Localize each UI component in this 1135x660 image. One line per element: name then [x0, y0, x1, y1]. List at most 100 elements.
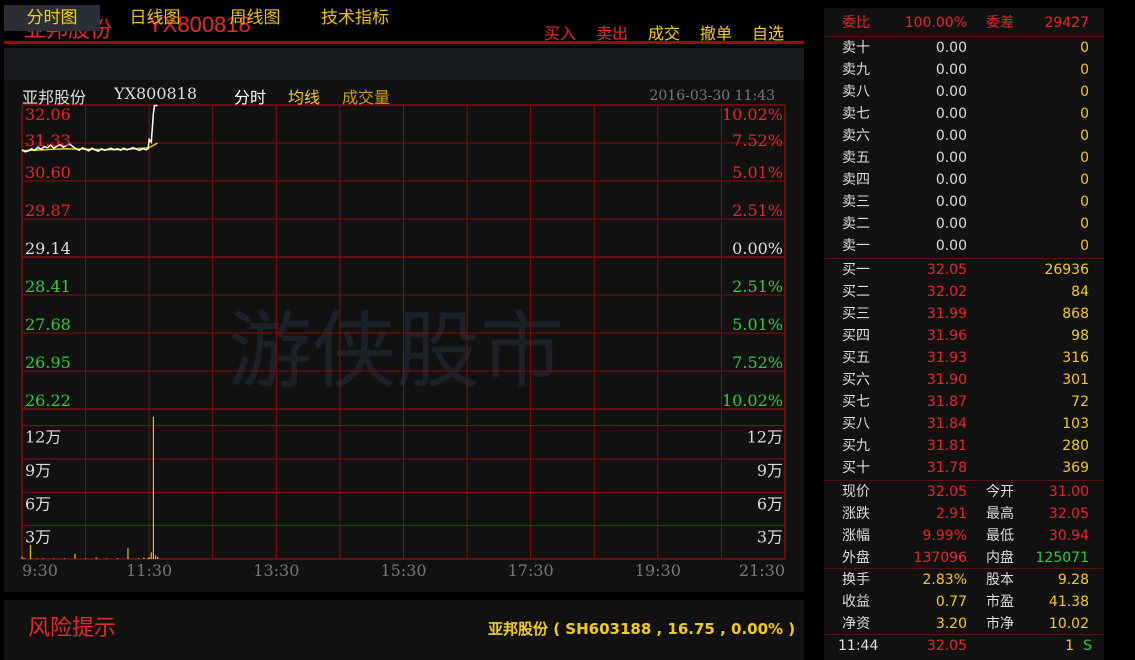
sell-level-volume: 0	[1080, 172, 1089, 188]
buy-level-volume: 98	[1071, 328, 1089, 344]
stat-value: 2.83%	[922, 572, 967, 588]
sell-level-price: 0.00	[935, 128, 967, 144]
buy-level-volume: 868	[1062, 306, 1089, 322]
sell-level-volume: 0	[1080, 40, 1089, 56]
stat-label: 内盘	[986, 550, 1014, 566]
stat-value: 10.02	[1048, 616, 1089, 632]
pct-tick-label: 7.52%	[732, 131, 783, 150]
buy-level-row: 买八 31.84 103	[824, 413, 1104, 435]
last-tick-row: 11:44 32.05 1 S	[824, 635, 1104, 657]
buy-level-price: 31.93	[926, 350, 967, 366]
buy-level-label: 买六	[842, 372, 870, 388]
buy-level-label: 买七	[842, 394, 870, 410]
volume-tick-label: 12万	[25, 428, 61, 447]
stat-row: 涨跌 2.91 最高 32.05	[824, 503, 1104, 525]
buy-level-row: 买三 31.99 868	[824, 303, 1104, 325]
stat-value: 32.05	[1048, 506, 1089, 522]
price-tick-label: 29.87	[25, 201, 71, 220]
pct-tick-label: 2.51%	[732, 277, 783, 296]
sell-level-price: 0.00	[935, 150, 967, 166]
weibi-row: 委比 100.00% 委差 29427	[824, 12, 1104, 34]
stat-label: 市净	[986, 616, 1014, 632]
price-tick-label: 26.22	[25, 391, 71, 410]
time-tick-label: 13:30	[253, 561, 299, 580]
buy-level-price: 31.96	[926, 328, 967, 344]
sell-level-price: 0.00	[935, 40, 967, 56]
price-tick-label: 31.33	[25, 131, 71, 150]
stat-value: 31.00	[1048, 484, 1089, 500]
sell-level-price: 0.00	[935, 194, 967, 210]
sell-level-label: 卖十	[842, 40, 870, 56]
buy-level-price: 32.05	[926, 262, 967, 278]
sell-level-volume: 0	[1080, 194, 1089, 210]
sell-level-volume: 0	[1080, 216, 1089, 232]
pct-tick-label: 10.02%	[722, 391, 783, 410]
volume-tick-label: 9万	[25, 461, 51, 480]
volume-tick-label: 9万	[757, 461, 783, 480]
sell-level-volume: 0	[1080, 238, 1089, 254]
price-tick-label: 27.68	[25, 315, 71, 334]
weicha-label: 委差	[986, 15, 1014, 31]
legend-name: 亚邦股份	[22, 88, 87, 107]
weicha-value: 29427	[1044, 15, 1089, 31]
buy-level-price: 31.81	[926, 438, 967, 454]
buy-level-volume: 84	[1071, 284, 1089, 300]
stat-row: 净资 3.20 市净 10.02	[824, 613, 1104, 635]
volume-tick-label: 6万	[25, 494, 51, 513]
buy-level-label: 买三	[842, 306, 870, 322]
sell-level-volume: 0	[1080, 150, 1089, 166]
time-tick-label: 9:30	[22, 561, 58, 580]
buy-level-volume: 26936	[1044, 262, 1089, 278]
sell-level-row: 卖八 0.00 0	[824, 81, 1104, 103]
weibi-label: 委比	[842, 15, 870, 31]
stat-value: 2.91	[935, 506, 967, 522]
volume-tick-label: 3万	[25, 528, 51, 547]
tick-time: 11:44	[838, 638, 879, 654]
buy-level-label: 买五	[842, 350, 870, 366]
buy-level-row: 买二 32.02 84	[824, 281, 1104, 303]
buy-level-price: 31.99	[926, 306, 967, 322]
buy-level-row: 买四 31.96 98	[824, 325, 1104, 347]
sell-level-price: 0.00	[935, 84, 967, 100]
buy-level-price: 31.78	[926, 460, 967, 476]
tick-price: 32.05	[926, 638, 967, 654]
sell-level-row: 卖五 0.00 0	[824, 147, 1104, 169]
stat-row: 外盘 137096 内盘 125071	[824, 547, 1104, 569]
stock-info-line: 亚邦股份 ( SH603188 , 16.75 , 0.00% )	[488, 620, 796, 638]
sell-level-row: 卖六 0.00 0	[824, 125, 1104, 147]
time-tick-label: 19:30	[635, 561, 681, 580]
legend-avg: 均线	[288, 88, 321, 107]
buy-level-price: 31.84	[926, 416, 967, 432]
stat-value: 9.28	[1057, 572, 1089, 588]
sell-level-row: 卖十 0.00 0	[824, 37, 1104, 59]
stat-label: 市盈	[986, 594, 1014, 610]
buy-level-row: 买一 32.05 26936	[824, 259, 1104, 281]
legend-intraday: 分时	[234, 88, 267, 107]
sell-level-row: 卖三 0.00 0	[824, 191, 1104, 213]
sell-level-volume: 0	[1080, 62, 1089, 78]
price-tick-label: 29.14	[25, 239, 71, 258]
stat-label: 最高	[986, 506, 1014, 522]
chart-datetime: 2016-03-30 11:43	[649, 88, 775, 104]
sell-level-row: 卖二 0.00 0	[824, 213, 1104, 235]
sell-level-row: 卖九 0.00 0	[824, 59, 1104, 81]
buy-level-label: 买十	[842, 460, 870, 476]
stat-label: 最低	[986, 528, 1014, 544]
stat-label: 涨跌	[842, 506, 870, 522]
risk-warning-title: 风险提示	[28, 616, 117, 641]
sell-level-price: 0.00	[935, 216, 967, 232]
buy-level-volume: 72	[1071, 394, 1089, 410]
pct-tick-label: 0.00%	[732, 239, 783, 258]
stat-label: 换手	[842, 572, 870, 588]
volume-tick-label: 6万	[757, 494, 783, 513]
sell-level-label: 卖二	[842, 216, 870, 232]
stat-label: 今开	[986, 484, 1014, 500]
buy-level-row: 买六 31.90 301	[824, 369, 1104, 391]
watermark: 游侠股市	[228, 302, 564, 400]
volume-tick-label: 12万	[747, 428, 783, 447]
buy-level-row: 买九 31.81 280	[824, 435, 1104, 457]
pct-tick-label: 2.51%	[732, 201, 783, 220]
stat-label: 收益	[842, 594, 870, 610]
pct-tick-label: 5.01%	[732, 163, 783, 182]
sell-level-label: 卖六	[842, 128, 870, 144]
